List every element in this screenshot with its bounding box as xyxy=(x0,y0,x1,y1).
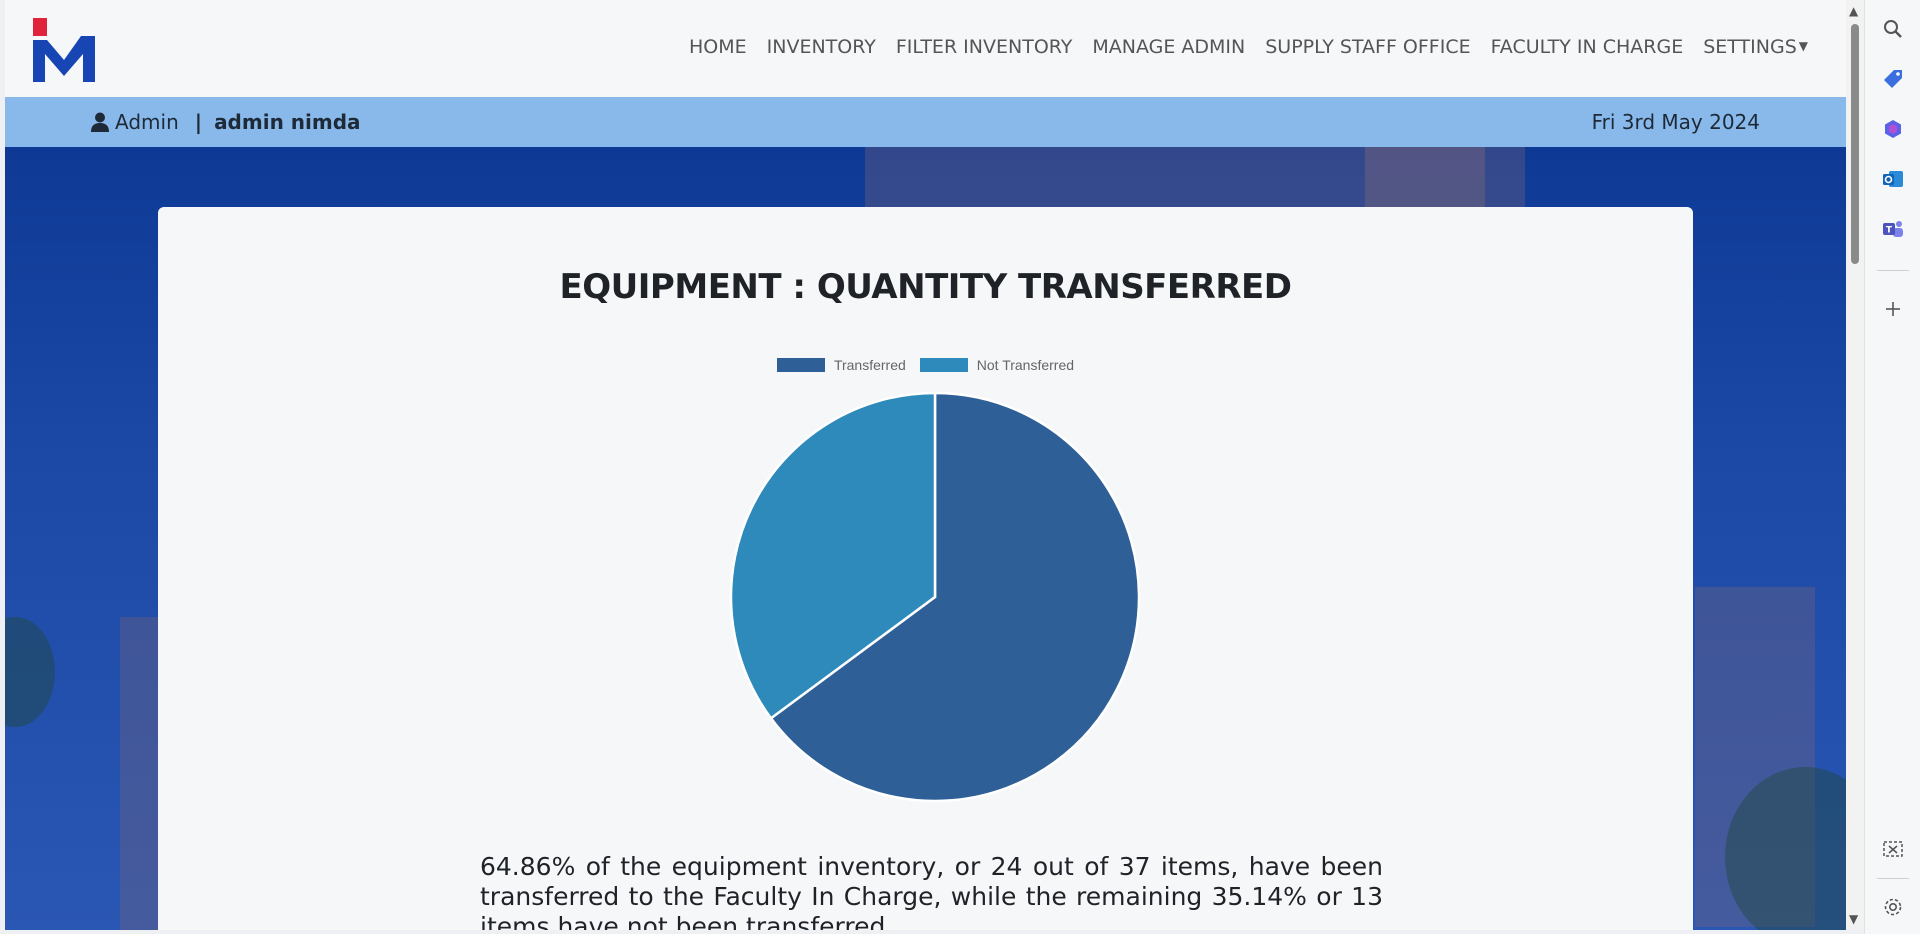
sidebar-divider-bottom xyxy=(1877,878,1909,879)
legend-item-not-transferred[interactable]: Not Transferred xyxy=(919,357,1075,373)
nav-settings-label: SETTINGS xyxy=(1703,36,1797,58)
main-nav: HOME INVENTORY FILTER INVENTORY MANAGE A… xyxy=(679,36,1818,58)
background-campus-image: EQUIPMENT : QUANTITY TRANSFERRED Transfe… xyxy=(5,147,1846,930)
pie-chart xyxy=(729,391,1141,803)
scroll-down-arrow-icon[interactable]: ▼ xyxy=(1849,912,1858,926)
page-scrollbar[interactable]: ▲ ▼ xyxy=(1846,0,1864,930)
nav-faculty-in-charge[interactable]: FACULTY IN CHARGE xyxy=(1481,36,1694,58)
nav-home[interactable]: HOME xyxy=(679,36,757,58)
legend-item-transferred[interactable]: Transferred xyxy=(776,357,906,373)
settings-icon[interactable] xyxy=(1881,895,1905,919)
caret-down-icon: ▼ xyxy=(1798,39,1808,53)
browser-page: HOME INVENTORY FILTER INVENTORY MANAGE A… xyxy=(5,0,1846,930)
outlook-icon[interactable] xyxy=(1881,167,1905,191)
user-name: admin nimda xyxy=(214,110,361,134)
chart-title: EQUIPMENT : QUANTITY TRANSFERRED xyxy=(559,267,1292,307)
nav-supply-staff-office[interactable]: SUPPLY STAFF OFFICE xyxy=(1255,36,1480,58)
top-navbar: HOME INVENTORY FILTER INVENTORY MANAGE A… xyxy=(5,0,1846,97)
user-icon xyxy=(91,112,109,132)
app-logo[interactable] xyxy=(33,18,95,82)
user-role-label: Admin xyxy=(115,110,179,134)
chart-card: EQUIPMENT : QUANTITY TRANSFERRED Transfe… xyxy=(158,207,1693,930)
scroll-thumb[interactable] xyxy=(1851,24,1859,264)
teams-icon[interactable]: T xyxy=(1881,217,1905,241)
current-date: Fri 3rd May 2024 xyxy=(1591,110,1760,134)
copilot-icon[interactable] xyxy=(1881,117,1905,141)
browser-sidebar: T xyxy=(1864,0,1920,934)
user-role: Admin | admin nimda xyxy=(91,110,361,134)
legend-swatch-not-transferred xyxy=(919,358,968,372)
screenshot-icon[interactable] xyxy=(1881,838,1905,862)
tag-icon[interactable] xyxy=(1881,67,1905,91)
sidebar-divider xyxy=(1877,270,1909,271)
chart-summary-text: 64.86% of the equipment inventory, or 24… xyxy=(480,852,1383,930)
nav-manage-admin[interactable]: MANAGE ADMIN xyxy=(1082,36,1255,58)
nav-settings-dropdown[interactable]: SETTINGS ▼ xyxy=(1693,36,1818,58)
legend-label-transferred: Transferred xyxy=(833,357,906,373)
add-icon[interactable] xyxy=(1881,297,1905,321)
nav-inventory[interactable]: INVENTORY xyxy=(757,36,886,58)
separator: | xyxy=(194,110,203,134)
svg-text:T: T xyxy=(1886,226,1893,236)
nav-filter-inventory[interactable]: FILTER INVENTORY xyxy=(886,36,1083,58)
chart-legend: Transferred Not Transferred xyxy=(158,357,1693,373)
search-icon[interactable] xyxy=(1881,17,1905,41)
user-info-bar: Admin | admin nimda Fri 3rd May 2024 xyxy=(5,97,1846,147)
scroll-up-arrow-icon[interactable]: ▲ xyxy=(1849,4,1858,18)
legend-label-not-transferred: Not Transferred xyxy=(976,357,1075,373)
legend-swatch-transferred xyxy=(776,358,825,372)
